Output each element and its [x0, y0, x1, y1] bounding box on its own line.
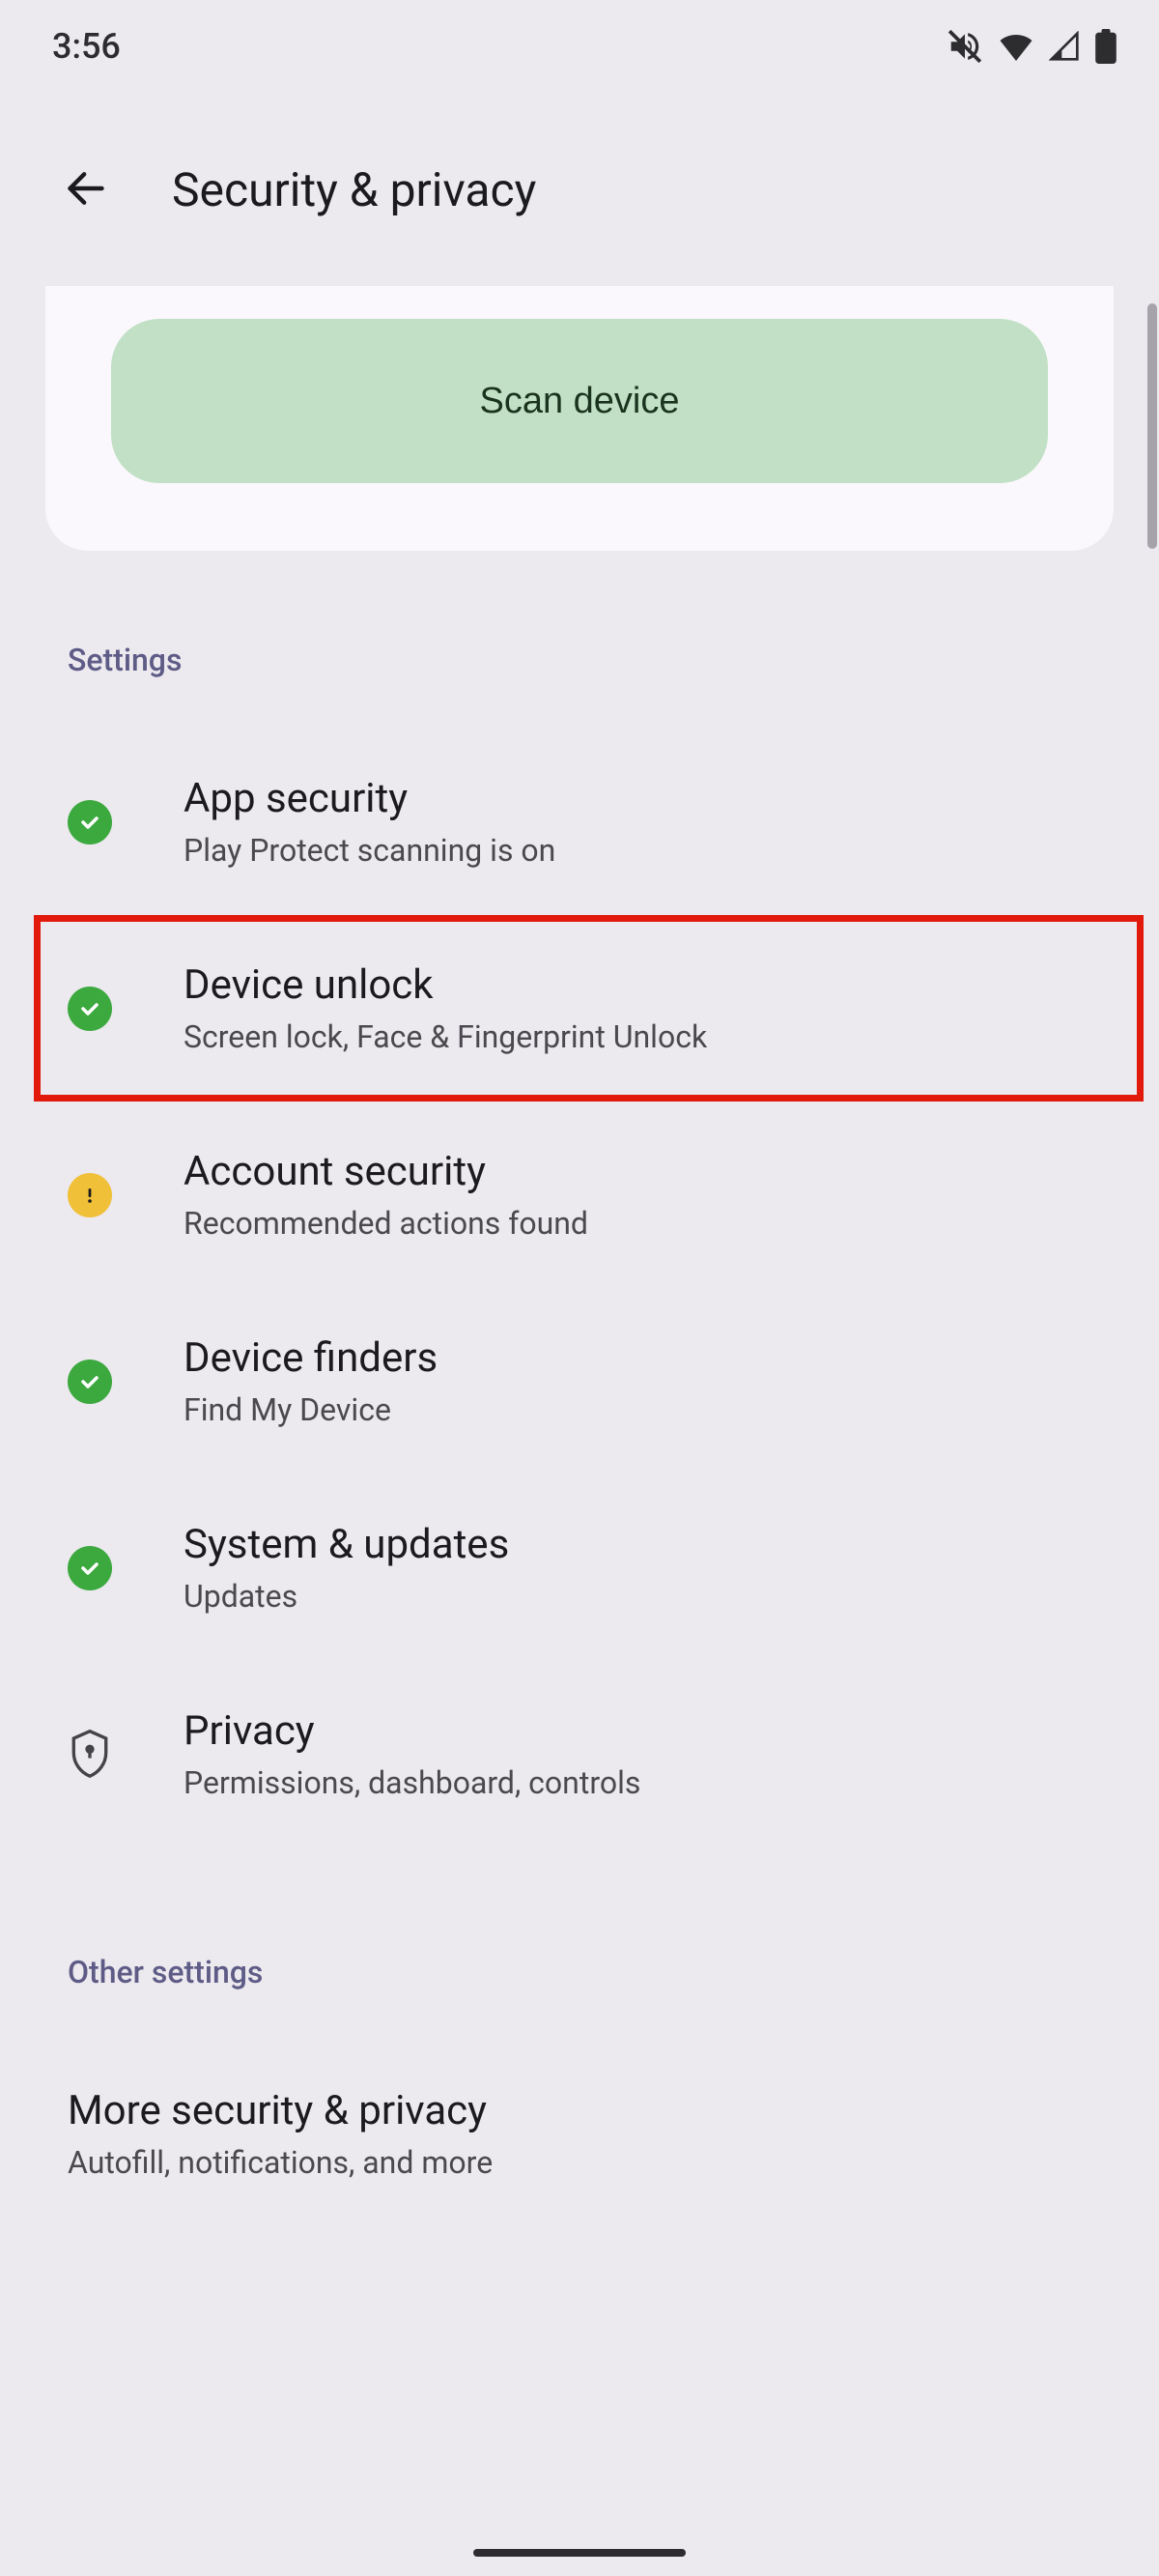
arrow-left-icon: [65, 167, 107, 213]
row-device-finders[interactable]: Device finders Find My Device: [0, 1288, 1159, 1474]
row-title: Privacy: [184, 1707, 640, 1755]
scan-device-button[interactable]: Scan device: [111, 319, 1048, 483]
row-title: Device finders: [184, 1334, 438, 1382]
row-subtitle: Updates: [184, 1578, 509, 1615]
wifi-icon: [999, 32, 1033, 61]
row-subtitle: Autofill, notifications, and more: [68, 2144, 493, 2181]
scan-card: Scan device: [45, 286, 1114, 551]
privacy-shield-icon: [68, 1728, 112, 1782]
check-circle-icon: [68, 800, 112, 844]
row-account-security[interactable]: Account security Recommended actions fou…: [0, 1102, 1159, 1288]
status-time: 3:56: [52, 26, 121, 67]
section-header-other: Other settings: [0, 1847, 1159, 2041]
row-title: App security: [184, 775, 555, 822]
section-header-settings: Settings: [0, 551, 1159, 729]
page-title: Security & privacy: [172, 162, 536, 217]
navigation-bar[interactable]: [0, 2549, 1159, 2557]
back-button[interactable]: [48, 152, 124, 227]
row-more-security-privacy[interactable]: More security & privacy Autofill, notifi…: [0, 2041, 1159, 2227]
scrollbar[interactable]: [1147, 303, 1157, 549]
row-privacy[interactable]: Privacy Permissions, dashboard, controls: [0, 1661, 1159, 1847]
row-subtitle: Play Protect scanning is on: [184, 832, 555, 869]
row-subtitle: Find My Device: [184, 1391, 438, 1428]
row-title: Account security: [184, 1148, 588, 1195]
battery-icon: [1095, 29, 1117, 64]
status-icons: [947, 28, 1117, 65]
row-title: System & updates: [184, 1521, 509, 1568]
cellular-icon: [1049, 31, 1080, 62]
row-system-updates[interactable]: System & updates Updates: [0, 1474, 1159, 1661]
row-title: More security & privacy: [68, 2087, 493, 2134]
warning-circle-icon: [68, 1173, 112, 1217]
row-device-unlock[interactable]: Device unlock Screen lock, Face & Finger…: [0, 915, 1159, 1102]
status-bar: 3:56: [0, 0, 1159, 93]
check-circle-icon: [68, 1546, 112, 1590]
row-subtitle: Screen lock, Face & Fingerprint Unlock: [184, 1018, 707, 1055]
mute-icon: [947, 28, 983, 65]
row-app-security[interactable]: App security Play Protect scanning is on: [0, 729, 1159, 915]
app-header: Security & privacy: [0, 93, 1159, 286]
row-title: Device unlock: [184, 961, 707, 1009]
check-circle-icon: [68, 987, 112, 1031]
home-handle-icon: [473, 2549, 686, 2557]
check-circle-icon: [68, 1360, 112, 1404]
row-subtitle: Recommended actions found: [184, 1205, 588, 1242]
row-subtitle: Permissions, dashboard, controls: [184, 1764, 640, 1801]
